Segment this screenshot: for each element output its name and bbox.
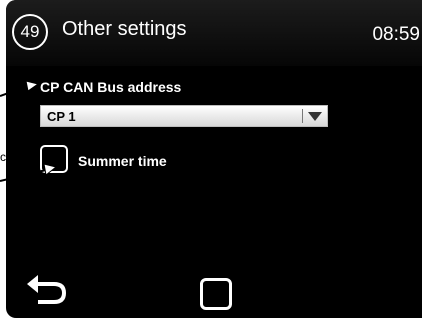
can-bus-address-value: CP 1 — [47, 109, 76, 124]
can-bus-address-label: CP CAN Bus address — [40, 79, 182, 95]
triangle-down-icon[interactable] — [308, 112, 322, 121]
back-button[interactable] — [24, 272, 74, 308]
callout-clipped-text: c — [0, 150, 6, 164]
summer-time-label: Summer time — [78, 153, 167, 169]
back-arrow-icon — [27, 275, 66, 304]
summer-time-checkbox[interactable] — [40, 145, 68, 173]
device-screen: 49 Other settings 08:59 CP CAN Bus addre… — [6, 0, 422, 318]
screen-number-badge: 49 — [12, 14, 48, 50]
page-title: Other settings — [62, 18, 187, 40]
header-bar: 49 Other settings 08:59 — [6, 0, 422, 66]
home-square-icon[interactable] — [200, 278, 232, 310]
can-bus-address-select[interactable]: CP 1 — [40, 105, 328, 127]
select-divider — [302, 109, 303, 123]
clock: 08:59 — [372, 24, 420, 45]
